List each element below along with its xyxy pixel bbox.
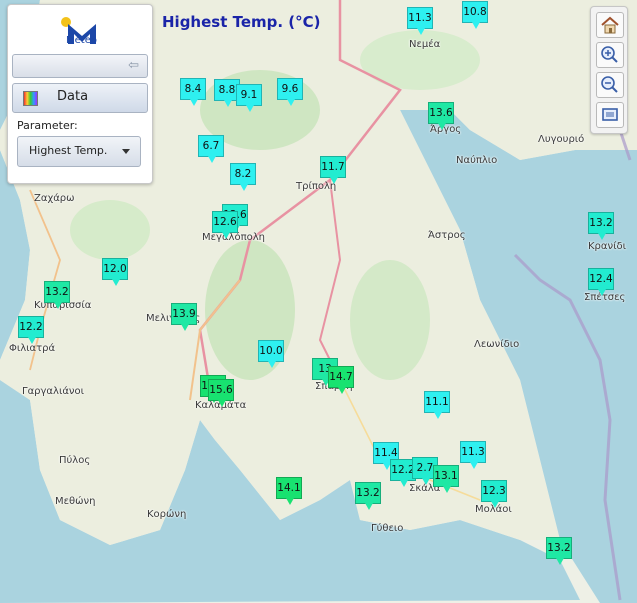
place-label: Λυγουριό xyxy=(538,134,585,145)
station-marker[interactable]: 9.6 xyxy=(277,78,303,106)
zoom-out-button[interactable] xyxy=(596,72,624,98)
place-label: Γαργαλιάνοι xyxy=(22,386,85,397)
station-marker[interactable]: 11.7 xyxy=(320,156,346,184)
home-icon xyxy=(601,16,619,34)
station-marker[interactable]: 14.1 xyxy=(276,477,302,505)
place-label: Πύλος xyxy=(59,455,91,466)
place-label: Ναύπλιο xyxy=(456,155,498,166)
station-marker[interactable]: 8.2 xyxy=(230,163,256,191)
arrow-left-icon: ⇦ xyxy=(128,58,139,73)
control-panel: Meteo ⇦ Data Parameter: Highest Temp. xyxy=(7,4,153,184)
map-toolbar xyxy=(590,6,628,134)
station-marker[interactable]: 9.1 xyxy=(236,84,262,112)
logo-text: Meteo xyxy=(66,35,97,46)
station-marker[interactable]: 10.8 xyxy=(462,1,488,29)
collapse-panel-button[interactable]: ⇦ xyxy=(12,54,148,78)
station-marker[interactable]: 6.7 xyxy=(198,135,224,163)
station-marker[interactable]: 13.2 xyxy=(355,482,381,510)
data-button[interactable]: Data xyxy=(12,83,148,113)
data-button-label: Data xyxy=(57,89,89,104)
place-label: Γύθειο xyxy=(371,523,404,534)
palette-icon xyxy=(23,91,38,106)
station-marker[interactable]: 14.7 xyxy=(328,366,354,394)
station-marker[interactable]: 13.1 xyxy=(433,465,459,493)
zoom-in-icon xyxy=(601,46,618,63)
station-marker[interactable]: 13.2 xyxy=(546,537,572,565)
fit-extent-icon xyxy=(602,108,618,121)
place-label: Κρανίδι xyxy=(588,241,626,252)
caret-down-icon xyxy=(122,149,130,154)
station-marker[interactable]: 12.0 xyxy=(102,258,128,286)
place-label: Κορώνη xyxy=(147,509,187,520)
station-marker[interactable]: 8.4 xyxy=(180,78,206,106)
place-label: Μεθώνη xyxy=(55,496,96,507)
station-marker[interactable]: 11.3 xyxy=(460,441,486,469)
place-label: Νεμέα xyxy=(409,39,441,50)
home-button[interactable] xyxy=(596,12,624,38)
map[interactable]: Highest Temp. (°C) Νεμέα Άργος Ναύπλιο Λ… xyxy=(0,0,637,603)
station-marker[interactable]: 12.3 xyxy=(481,480,507,508)
station-marker[interactable]: 13.2 xyxy=(588,212,614,240)
map-title: Highest Temp. (°C) xyxy=(162,13,321,31)
station-marker[interactable]: 15.6 xyxy=(208,379,234,407)
parameter-select[interactable]: Highest Temp. xyxy=(17,136,141,167)
station-marker[interactable]: 12.6 xyxy=(212,211,238,239)
parameter-label: Parameter: xyxy=(17,119,78,132)
place-label: Λεωνίδιο xyxy=(474,339,520,350)
station-marker[interactable]: 11.1 xyxy=(424,391,450,419)
station-marker[interactable]: 10.0 xyxy=(258,340,284,368)
zoom-in-button[interactable] xyxy=(596,42,624,68)
station-marker[interactable]: 13.2 xyxy=(44,281,70,309)
place-label: Ζαχάρω xyxy=(34,193,75,204)
place-label: Άστρος xyxy=(428,230,466,241)
place-label: Μεγαλόπολη xyxy=(202,232,265,243)
place-label: Φιλιατρά xyxy=(9,343,56,354)
station-marker[interactable]: 11.3 xyxy=(407,7,433,35)
fit-extent-button[interactable] xyxy=(596,102,624,128)
parameter-select-value: Highest Temp. xyxy=(29,144,108,157)
station-marker[interactable]: 12.4 xyxy=(588,268,614,296)
station-marker[interactable]: 13.9 xyxy=(171,303,197,331)
station-marker[interactable]: 13.6 xyxy=(428,102,454,130)
station-marker[interactable]: 12.2 xyxy=(18,316,44,344)
zoom-out-icon xyxy=(601,76,618,93)
